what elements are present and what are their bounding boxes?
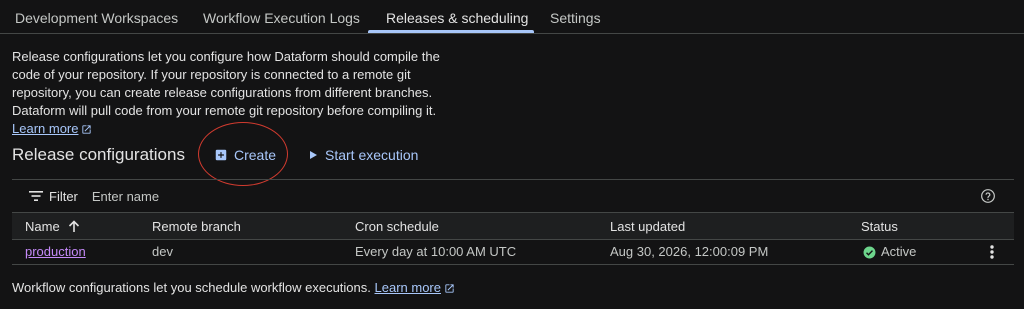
status-cell: Active xyxy=(863,240,916,264)
column-header-name[interactable]: Name xyxy=(25,213,80,242)
open-in-new-icon xyxy=(444,282,455,298)
filter-lines-icon xyxy=(29,190,43,202)
workflow-description: Workflow configurations let you schedule… xyxy=(12,280,455,298)
workflow-description-text: Workflow configurations let you schedule… xyxy=(12,280,371,295)
help-circle-icon[interactable] xyxy=(980,188,996,204)
filter-label: Filter xyxy=(49,188,78,204)
annotation-circle xyxy=(198,122,288,186)
cron-schedule-cell: Every day at 10:00 AM UTC xyxy=(355,244,517,259)
learn-more-link[interactable]: Learn more xyxy=(12,121,78,136)
tab-workflow-execution-logs[interactable]: Workflow Execution Logs xyxy=(203,0,360,34)
filter-input[interactable] xyxy=(89,187,390,205)
status-label: Active xyxy=(881,244,917,259)
column-header-name-label: Name xyxy=(25,219,60,234)
arrow-up-icon xyxy=(68,215,80,242)
check-circle-icon xyxy=(863,246,876,259)
column-header-status[interactable]: Status xyxy=(861,213,898,240)
column-header-cron-schedule[interactable]: Cron schedule xyxy=(355,213,439,240)
start-execution-label: Start execution xyxy=(325,147,419,163)
table-header: Name Remote branch Cron schedule Last up… xyxy=(12,213,1014,240)
tab-bar: Development Workspaces Workflow Executio… xyxy=(0,0,1024,34)
column-header-remote-branch[interactable]: Remote branch xyxy=(152,213,241,240)
last-updated-cell: Aug 30, 2026, 12:00:09 PM xyxy=(610,244,769,259)
release-description-text: Release configurations let you configure… xyxy=(12,49,440,118)
release-name: production xyxy=(25,244,86,259)
table-row: production dev Every day at 10:00 AM UTC… xyxy=(12,240,1014,265)
more-vert-icon[interactable] xyxy=(990,245,994,259)
start-execution-button[interactable]: Start execution xyxy=(307,143,418,167)
tab-releases-scheduling[interactable]: Releases & scheduling xyxy=(386,0,528,34)
release-configurations-title: Release configurations xyxy=(12,145,185,164)
active-tab-indicator xyxy=(368,30,534,33)
release-name-link[interactable]: production xyxy=(25,240,86,264)
open-in-new-icon xyxy=(81,122,92,140)
workflow-learn-more-link[interactable]: Learn more xyxy=(375,280,441,295)
tab-settings[interactable]: Settings xyxy=(550,0,601,34)
column-header-last-updated[interactable]: Last updated xyxy=(610,213,685,240)
filter-bar: Filter xyxy=(12,179,1014,213)
play-icon xyxy=(307,149,319,161)
tab-development-workspaces[interactable]: Development Workspaces xyxy=(15,0,178,34)
remote-branch-cell: dev xyxy=(152,244,173,259)
